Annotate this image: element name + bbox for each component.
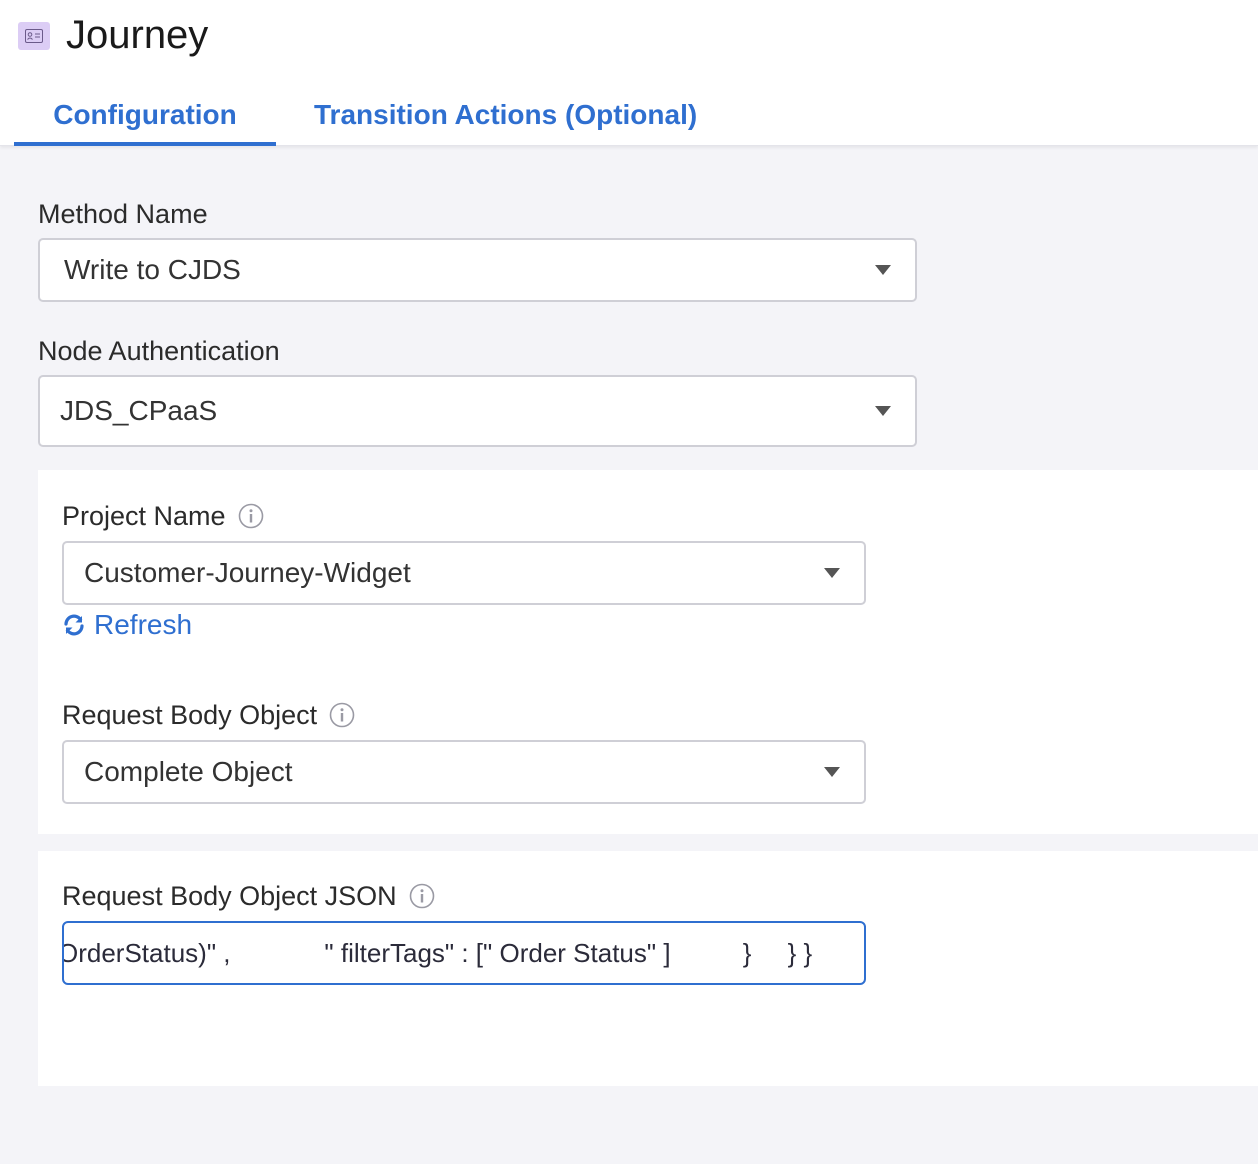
request-body-json-label-text: Request Body Object JSON — [62, 881, 397, 911]
node-authentication-select[interactable]: JDS_CPaaS — [38, 375, 917, 447]
refresh-link[interactable]: Refresh — [62, 608, 192, 642]
project-name-value: Customer-Journey-Widget — [84, 557, 411, 588]
request-body-object-select[interactable]: Complete Object — [62, 740, 866, 804]
project-name-label: Project Name — [62, 500, 264, 532]
project-name-select[interactable]: Customer-Journey-Widget — [62, 541, 866, 605]
request-body-object-value: Complete Object — [84, 756, 293, 787]
page-title: Journey — [66, 13, 209, 57]
app-header: Journey Configuration Transition Actions… — [0, 0, 1258, 146]
request-body-json-label: Request Body Object JSON — [62, 880, 435, 912]
info-icon[interactable] — [329, 702, 355, 728]
node-authentication-value: JDS_CPaaS — [60, 395, 218, 426]
tab-transition-actions[interactable]: Transition Actions (Optional) — [314, 96, 697, 146]
request-body-object-label: Request Body Object — [62, 699, 355, 731]
tab-configuration[interactable]: Configuration — [14, 96, 276, 146]
id-card-icon — [18, 22, 50, 50]
refresh-icon — [64, 614, 84, 636]
method-name-select[interactable]: Write to CJDS — [38, 238, 917, 302]
node-authentication-label: Node Authentication — [38, 335, 280, 367]
refresh-label: Refresh — [94, 609, 193, 640]
info-icon[interactable] — [238, 503, 264, 529]
method-name-label-text: Method Name — [38, 199, 208, 229]
chevron-down-icon — [824, 568, 840, 578]
request-body-json-value: OrderStatus)" , " filterTags" : [" Order… — [62, 937, 813, 968]
chevron-down-icon — [875, 265, 891, 275]
request-body-object-label-text: Request Body Object — [62, 700, 318, 730]
node-authentication-label-text: Node Authentication — [38, 336, 280, 366]
chevron-down-icon — [875, 406, 891, 416]
chevron-down-icon — [824, 767, 840, 777]
request-body-json-input[interactable]: OrderStatus)" , " filterTags" : [" Order… — [62, 921, 866, 985]
method-name-value: Write to CJDS — [64, 254, 241, 285]
info-icon[interactable] — [409, 883, 435, 909]
method-name-label: Method Name — [38, 198, 208, 230]
project-name-label-text: Project Name — [62, 501, 226, 531]
